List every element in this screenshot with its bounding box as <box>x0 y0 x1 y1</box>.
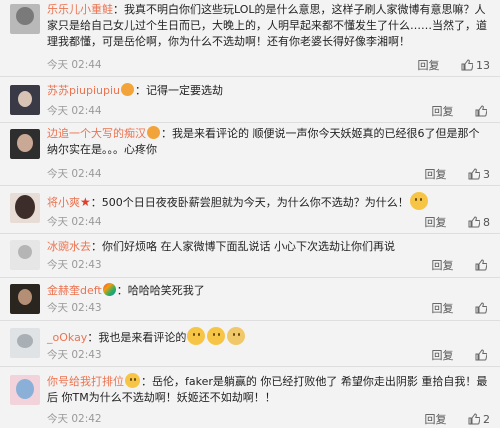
thumbs-up-icon <box>461 59 473 71</box>
comment-item: 苏苏piupiupiu ：记得一定要选劫 今天 02:44 回复 <box>0 77 500 123</box>
sad-face-emoji-icon <box>409 192 428 210</box>
like-count: 2 <box>483 413 490 426</box>
thumbs-up-icon <box>468 216 480 228</box>
reply-button[interactable]: 回复 <box>432 349 454 362</box>
comment-time: 今天 02:44 <box>47 216 102 228</box>
member-badge-icon <box>102 283 116 296</box>
comment-actions: 回复 3 <box>425 166 491 182</box>
commenter-name[interactable]: 苏苏piupiupiu <box>47 84 120 97</box>
avatar[interactable] <box>10 85 40 115</box>
like-count: 3 <box>483 168 490 181</box>
commenter-name[interactable]: 金赫奎deft <box>47 284 102 297</box>
comment-item: 边追一个大写的痴汉 ：我是来看评论的 顺便说一声你今天妖姬真的已经很6了但是那个纳… <box>0 123 500 186</box>
avatar[interactable] <box>10 328 40 358</box>
commenter-name[interactable]: 将小爽 <box>47 196 80 209</box>
avatar[interactable] <box>10 284 40 314</box>
reply-button[interactable]: 回复 <box>432 105 454 118</box>
comment-time: 今天 02:44 <box>47 59 102 71</box>
comment-body: 金赫奎deft ：哈哈哈笑死我了 <box>47 283 205 297</box>
comment-time: 今天 02:42 <box>47 413 102 425</box>
comment-body: 苏苏piupiupiu ：记得一定要选劫 <box>47 83 224 97</box>
avatar[interactable] <box>10 193 40 223</box>
like-button[interactable]: 8 <box>468 216 490 229</box>
comment-body: 冰豌水去：你们好烦咯 在人家微博下面乱说话 小心下次选劫让你们再说 <box>47 240 395 253</box>
reply-button[interactable]: 回复 <box>425 413 447 426</box>
commenter-name[interactable]: 边追一个大写的痴汉 <box>47 127 146 140</box>
reply-button[interactable]: 回复 <box>425 216 447 229</box>
like-button[interactable] <box>475 259 490 272</box>
comment-item: 金赫奎deft ：哈哈哈笑死我了 今天 02:43 回复 <box>0 278 500 321</box>
comment-actions: 回复 13 <box>418 57 491 73</box>
comment-item: 将小爽★：500个日日夜夜卧薪尝胆就为今天，为什么你不选劫？为什么！ 今天 02… <box>0 186 500 234</box>
thumbs-up-icon <box>468 168 480 180</box>
commenter-name[interactable]: 乐乐儿小重鲑 <box>47 3 113 16</box>
member-badge-icon <box>147 126 160 139</box>
comment-item: _oOkay：我也是来看评论的 今天 02:43 回复 <box>0 321 500 367</box>
comment-list: 乐乐儿小重鲑：我真不明白你们这些玩LOL的是什么意思，这样子刷人家微博有意思嘛？… <box>0 0 500 428</box>
cat-face-emoji-icon <box>227 327 246 345</box>
comment-actions: 回复 2 <box>425 411 491 427</box>
laughing-emoji-icon <box>207 327 226 345</box>
star-badge-icon: ★ <box>80 195 91 209</box>
like-button[interactable] <box>475 105 490 118</box>
laughing-emoji-icon <box>187 327 206 345</box>
comment-time: 今天 02:43 <box>47 259 102 271</box>
reply-button[interactable]: 回复 <box>432 302 454 315</box>
comment-body: _oOkay：我也是来看评论的 <box>47 327 490 346</box>
comment-body: 边追一个大写的痴汉 ：我是来看评论的 顺便说一声你今天妖姬真的已经很6了但是那个纳… <box>47 126 480 156</box>
comment-text: 哈哈哈笑死我了 <box>127 284 205 297</box>
avatar[interactable] <box>10 4 40 34</box>
comment-text: 记得一定要选劫 <box>146 84 224 97</box>
comment-text: 500个日日夜夜卧薪尝胆就为今天，为什么你不选劫？为什么！ <box>101 196 409 209</box>
comment-time: 今天 02:44 <box>47 168 102 180</box>
like-button[interactable]: 3 <box>468 168 490 181</box>
comment-actions: 回复 <box>432 347 491 363</box>
crying-emoji-icon <box>125 373 140 388</box>
like-button[interactable]: 13 <box>461 59 490 72</box>
avatar[interactable] <box>10 240 40 270</box>
comment-body: 你号给我打排位 ：岳伦，faker是躺赢的 你已经打败他了 希望你走出阴影 重拾自… <box>47 373 488 404</box>
comment-item: 冰豌水去：你们好烦咯 在人家微博下面乱说话 小心下次选劫让你们再说 今天 02:… <box>0 234 500 278</box>
commenter-name[interactable]: _oOkay <box>47 331 87 344</box>
like-count: 8 <box>483 216 490 229</box>
reply-button[interactable]: 回复 <box>425 168 447 181</box>
comment-actions: 回复 <box>432 257 491 273</box>
thumbs-up-icon <box>475 259 487 271</box>
comment-text: 我也是来看评论的 <box>98 331 187 344</box>
comment-actions: 回复 8 <box>425 214 491 230</box>
comment-body: 乐乐儿小重鲑：我真不明白你们这些玩LOL的是什么意思，这样子刷人家微博有意思嘛？… <box>47 3 487 48</box>
avatar[interactable] <box>10 129 40 159</box>
like-count: 13 <box>476 59 490 72</box>
thumbs-up-icon <box>475 302 487 314</box>
like-button[interactable] <box>475 302 490 315</box>
comment-actions: 回复 <box>432 300 491 316</box>
thumbs-up-icon <box>475 349 487 361</box>
comment-item: 乐乐儿小重鲑：我真不明白你们这些玩LOL的是什么意思，这样子刷人家微博有意思嘛？… <box>0 0 500 77</box>
comment-item: 你号给我打排位 ：岳伦，faker是躺赢的 你已经打败他了 希望你走出阴影 重拾自… <box>0 367 500 428</box>
reply-button[interactable]: 回复 <box>418 59 440 72</box>
comment-body: 将小爽★：500个日日夜夜卧薪尝胆就为今天，为什么你不选劫？为什么！ <box>47 192 490 211</box>
comment-time: 今天 02:44 <box>47 105 102 117</box>
comment-time: 今天 02:43 <box>47 302 102 314</box>
comment-actions: 回复 <box>432 103 491 119</box>
member-badge-icon <box>121 83 135 96</box>
thumbs-up-icon <box>475 105 487 117</box>
comment-time: 今天 02:43 <box>47 349 102 361</box>
commenter-name[interactable]: 你号给我打排位 <box>47 375 124 388</box>
reply-button[interactable]: 回复 <box>432 259 454 272</box>
comment-text: 你们好烦咯 在人家微博下面乱说话 小心下次选劫让你们再说 <box>102 240 395 253</box>
like-button[interactable] <box>475 349 490 362</box>
commenter-name[interactable]: 冰豌水去 <box>47 240 91 253</box>
like-button[interactable]: 2 <box>468 413 490 426</box>
thumbs-up-icon <box>468 413 480 425</box>
avatar[interactable] <box>10 375 40 405</box>
